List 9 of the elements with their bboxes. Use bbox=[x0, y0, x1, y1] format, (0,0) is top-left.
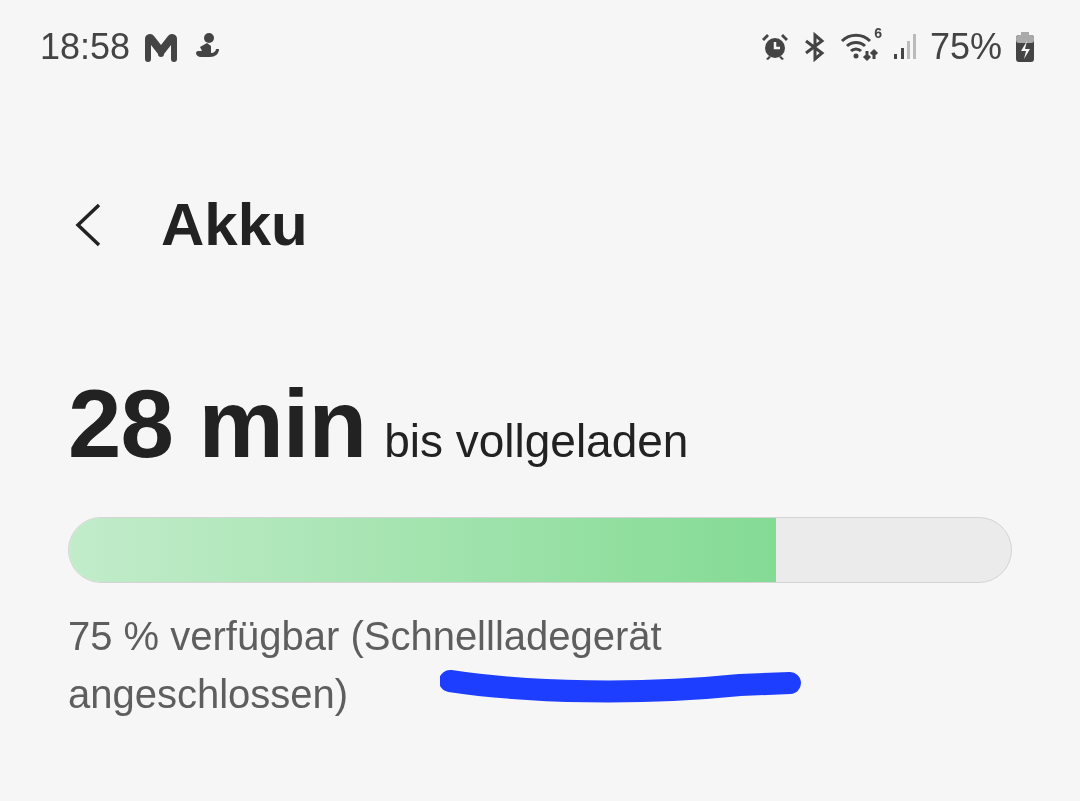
back-button[interactable] bbox=[73, 201, 103, 248]
wifi-standard-label: 6 bbox=[874, 25, 882, 41]
status-time: 18:58 bbox=[40, 26, 131, 68]
charge-time-label: bis vollgeladen bbox=[384, 414, 689, 468]
signal-icon bbox=[891, 32, 918, 62]
battery-percentage: 75% bbox=[929, 26, 1002, 68]
battery-status-text: 75 % verfügbar (Schnellladegerät angeschlossen) bbox=[68, 613, 663, 718]
charge-time-value: 28 min bbox=[68, 369, 367, 479]
page-title: Akku bbox=[161, 190, 308, 259]
